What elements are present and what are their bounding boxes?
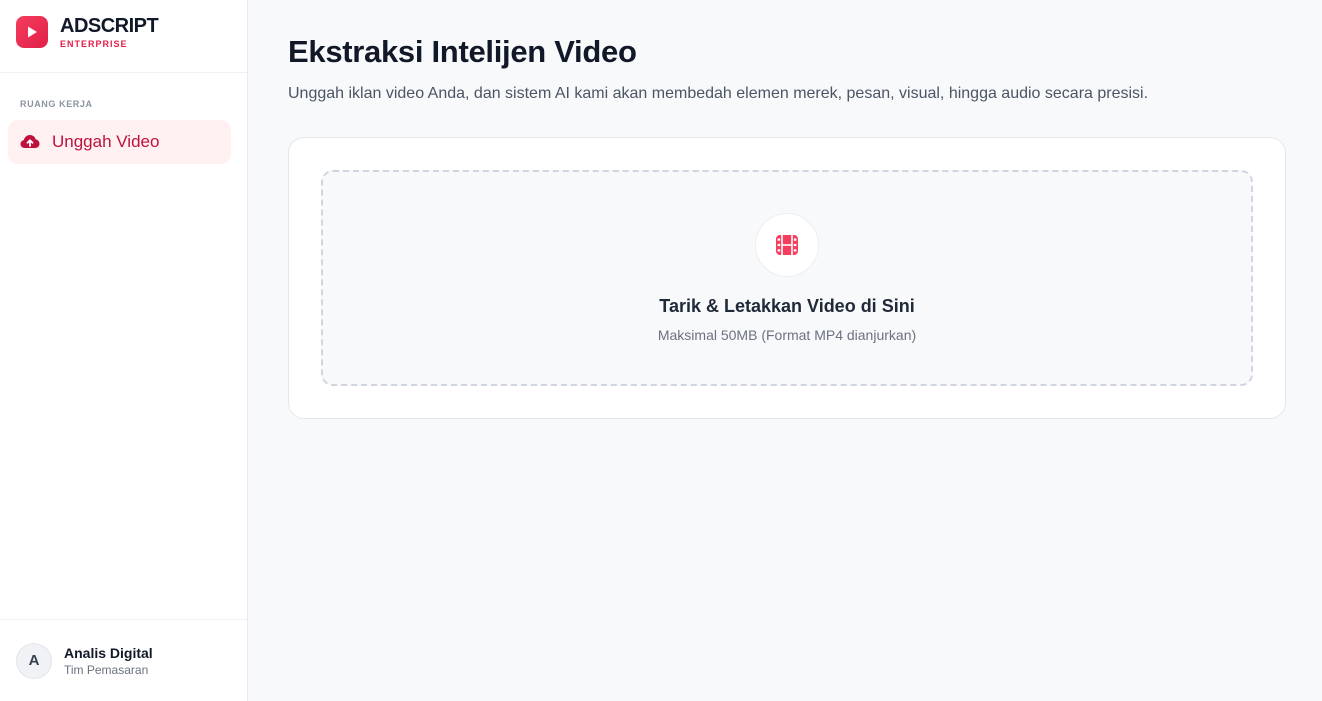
brand-name: ADSCRIPT [60,14,159,37]
main-content: Ekstraksi Intelijen Video Unggah iklan v… [248,0,1322,701]
upload-card: Tarik & Letakkan Video di Sini Maksimal … [288,137,1286,419]
video-dropzone[interactable]: Tarik & Letakkan Video di Sini Maksimal … [321,170,1253,386]
dropzone-hint: Maksimal 50MB (Format MP4 dianjurkan) [657,327,917,343]
user-role: Tim Pemasaran [64,662,149,677]
dropzone-title: Tarik & Letakkan Video di Sini [659,296,915,316]
brand-text: ADSCRIPT ENTERPRISE [60,14,159,49]
avatar: A [16,642,52,679]
section-label: RUANG KERJA [20,99,93,109]
brand-header: ADSCRIPT ENTERPRISE [0,0,247,73]
page-title: Ekstraksi Intelijen Video [288,34,637,69]
play-icon [16,16,48,48]
user-name: Analis Digital [64,644,153,661]
user-text: Analis Digital Tim Pemasaran [64,645,153,677]
film-icon [755,213,819,277]
cloud-upload-icon [20,132,40,152]
page-description: Unggah iklan video Anda, dan sistem AI k… [288,85,1149,102]
sidebar-item-upload-video[interactable]: Unggah Video [8,120,231,164]
sidebar-item-label: Unggah Video [52,132,160,151]
brand-subtitle: ENTERPRISE [60,38,128,49]
sidebar: ADSCRIPT ENTERPRISE RUANG KERJA Unggah V… [0,0,248,701]
user-profile[interactable]: A Analis Digital Tim Pemasaran [0,619,247,701]
